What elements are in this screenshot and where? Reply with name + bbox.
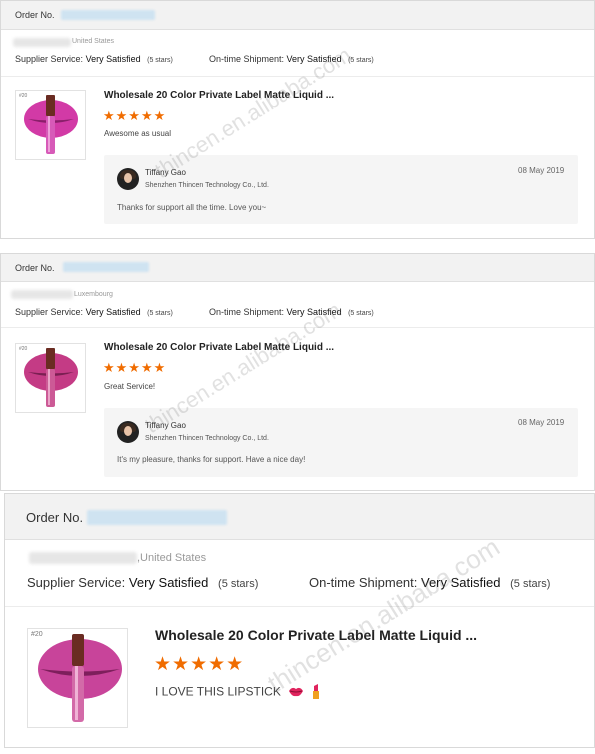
seller-reply: Tiffany Gao Shenzhen Thincen Technology …	[104, 155, 578, 224]
order-number-redacted	[61, 10, 155, 20]
buyer-country: United States	[72, 38, 115, 45]
reply-text: Thanks for support all the time. Love yo…	[117, 203, 267, 212]
order-number-label: Order No.	[26, 510, 84, 525]
shipment-label: On-time Shipment:	[209, 54, 285, 64]
order-bar: Order No.	[1, 254, 594, 282]
order-bar: Order No.	[1, 1, 594, 30]
supplier-service-stars: (5 stars)	[147, 57, 173, 64]
supplier-service-value: Very Satisfied	[85, 307, 141, 317]
shipment-label: On-time Shipment:	[309, 575, 418, 590]
order-number-label: Order No.	[15, 263, 55, 273]
lipstick-image	[24, 348, 78, 407]
seller-name: Tiffany Gao	[145, 421, 186, 430]
buyer-country: ,United States	[137, 552, 207, 564]
product-thumbnail[interactable]: #20	[27, 628, 128, 728]
supplier-service-label: Supplier Service:	[15, 307, 84, 317]
supplier-service-rating: Supplier Service: Very Satisfied (5 star…	[15, 307, 173, 317]
supplier-service-value: Very Satisfied	[128, 575, 209, 590]
order-number-label: Order No.	[15, 10, 55, 20]
review-comment: Awesome as usual	[104, 129, 171, 138]
buyer-name-redacted	[13, 38, 71, 47]
thumbnail-number: #20	[19, 346, 28, 352]
supplier-service-rating: Supplier Service: Very Satisfied (5 star…	[15, 54, 173, 64]
kiss-lips-icon	[288, 684, 304, 701]
supplier-service-value: Very Satisfied	[85, 54, 141, 64]
divider	[1, 327, 594, 328]
seller-company: Shenzhen Thincen Technology Co., Ltd.	[145, 435, 269, 442]
thumbnail-number: #20	[19, 93, 28, 99]
review-comment-text: I LOVE THIS LIPSTICK	[155, 684, 281, 699]
review-card-1: Order No. United States Supplier Service…	[0, 0, 595, 239]
reply-date: 08 May 2019	[518, 166, 565, 175]
order-number-redacted	[63, 262, 149, 272]
lipstick-icon	[310, 683, 322, 702]
order-number-redacted	[87, 510, 227, 525]
product-thumbnail[interactable]: #20	[15, 343, 86, 413]
shipment-rating: On-time Shipment: Very Satisfied (5 star…	[209, 307, 374, 317]
thumbnail-number: #20	[31, 631, 43, 638]
reply-text: It's my pleasure, thanks for support. Ha…	[117, 455, 306, 464]
order-bar: Order No.	[5, 494, 594, 540]
shipment-stars: (5 stars)	[348, 57, 374, 64]
product-title-link[interactable]: Wholesale 20 Color Private Label Matte L…	[104, 90, 334, 101]
shipment-rating: On-time Shipment: Very Satisfied (5 star…	[209, 54, 374, 64]
review-star-rating: ★★★★★	[103, 108, 167, 123]
shipment-stars: (5 stars)	[348, 310, 374, 317]
product-title-link[interactable]: Wholesale 20 Color Private Label Matte L…	[104, 342, 334, 353]
supplier-service-stars: (5 stars)	[218, 578, 259, 590]
review-card-2: Order No. Luxembourg Supplier Service: V…	[0, 253, 595, 491]
lipstick-image	[24, 95, 78, 154]
buyer-name-redacted	[29, 552, 137, 564]
shipment-value: Very Satisfied	[286, 307, 342, 317]
supplier-service-rating: Supplier Service: Very Satisfied (5 star…	[27, 575, 258, 590]
lipstick-image	[38, 634, 122, 722]
shipment-stars: (5 stars)	[510, 578, 551, 590]
product-title-link[interactable]: Wholesale 20 Color Private Label Matte L…	[155, 627, 477, 643]
review-comment: Great Service!	[104, 382, 156, 391]
buyer-country: Luxembourg	[74, 291, 113, 298]
shipment-rating: On-time Shipment: Very Satisfied (5 star…	[309, 575, 550, 590]
product-thumbnail[interactable]: #20	[15, 90, 86, 160]
supplier-service-label: Supplier Service:	[15, 54, 84, 64]
shipment-label: On-time Shipment:	[209, 307, 285, 317]
review-star-rating: ★★★★★	[154, 654, 245, 675]
reply-date: 08 May 2019	[518, 418, 565, 427]
divider	[1, 76, 594, 77]
seller-reply: Tiffany Gao Shenzhen Thincen Technology …	[104, 408, 578, 477]
seller-company: Shenzhen Thincen Technology Co., Ltd.	[145, 182, 269, 189]
shipment-value: Very Satisfied	[421, 575, 501, 590]
review-comment: I LOVE THIS LIPSTICK	[155, 683, 322, 702]
seller-avatar	[117, 421, 139, 443]
shipment-value: Very Satisfied	[286, 54, 342, 64]
buyer-name-redacted	[11, 290, 73, 299]
divider	[5, 606, 594, 607]
seller-name: Tiffany Gao	[145, 168, 186, 177]
seller-avatar	[117, 168, 139, 190]
review-star-rating: ★★★★★	[103, 360, 167, 375]
review-card-3: Order No. ,United States Supplier Servic…	[4, 493, 595, 748]
supplier-service-stars: (5 stars)	[147, 310, 173, 317]
supplier-service-label: Supplier Service:	[27, 575, 126, 590]
